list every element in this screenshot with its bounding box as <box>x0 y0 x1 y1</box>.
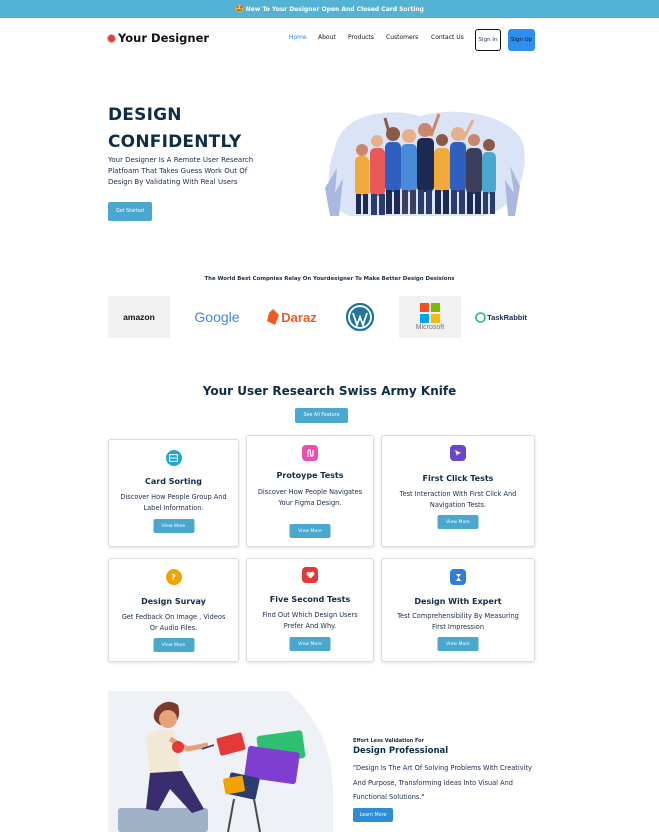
sign-up-button[interactable]: Sign Up <box>508 29 535 51</box>
hero-description: Your Designer Is A Remote User Research … <box>108 156 254 186</box>
learn-more-button[interactable]: Learn More <box>353 808 393 822</box>
taskrabbit-logo: TaskRabbit <box>470 296 532 338</box>
logo-mark-icon <box>108 34 115 42</box>
effortless-label: Effort Less Validation For <box>353 738 425 744</box>
view-more-button[interactable]: View More <box>437 637 479 651</box>
amazon-logo: amazon <box>108 296 170 338</box>
card-title: Five Second Tests <box>269 595 351 604</box>
sign-in-button[interactable]: Sign In <box>475 29 501 51</box>
see-all-feature-button[interactable]: See All Feature <box>295 408 348 423</box>
hero-title-line1: DESIGN <box>108 105 182 125</box>
taskrabbit-mark-icon <box>475 311 486 323</box>
nav-customers[interactable]: Customers <box>386 34 418 41</box>
banner-text: New To Your Designer Open And Closed Car… <box>245 5 424 13</box>
effortless-title: Design Professional <box>353 746 449 756</box>
trusted-companies-text: The World Best Compnies Relay On Yourdes… <box>204 276 455 282</box>
cursor-click-icon <box>450 445 466 461</box>
card-title: First Click Tests <box>422 474 494 483</box>
view-more-button[interactable]: View More <box>289 637 331 651</box>
wordpress-icon <box>346 303 374 331</box>
microsoft-squares-icon <box>420 303 440 323</box>
star-struck-icon: 🤩 <box>235 5 244 13</box>
card-description: Test Comprehensibility By Measuring Firs… <box>397 612 519 631</box>
view-more-button[interactable]: View More <box>153 519 194 533</box>
google-logo: Google <box>194 309 240 325</box>
view-more-button[interactable]: View More <box>289 524 331 538</box>
wordpress-logo <box>340 296 380 338</box>
feature-card-five-second-tests: Five Second Tests Find Out Which Design … <box>246 558 374 662</box>
nav-home[interactable]: Home <box>289 34 307 41</box>
features-title: Your User Research Swiss Army Knife <box>202 384 457 398</box>
nav-contact-us[interactable]: Contact Us <box>431 34 464 41</box>
card-description: Discover How People Group And Label Info… <box>120 493 227 512</box>
daraz-mark-icon <box>267 309 280 325</box>
feature-card-design-with-expert: Design With Expert Test Comprehensibilit… <box>381 558 535 662</box>
feature-card-first-click-tests: First Click Tests Test Interaction With … <box>381 435 535 547</box>
feature-card-design-survey: ? Design Survay Get Fedback On Image , V… <box>108 558 239 662</box>
question-icon: ? <box>165 569 182 585</box>
logo[interactable]: Your Designer <box>108 31 209 45</box>
card-title: Protoype Tests <box>276 471 344 480</box>
effortless-quote: "Design Is The Art Of Solving Problems W… <box>353 764 532 801</box>
hero-team-illustration <box>325 111 525 216</box>
feature-card-prototype-tests: Protoype Tests Discover How People Navig… <box>246 435 374 547</box>
card-sorting-icon <box>165 450 182 466</box>
view-more-button[interactable]: View More <box>153 638 194 652</box>
card-description: Find Out Which Design Users Prefer And W… <box>262 611 358 630</box>
hero-title-line2: CONFIDENTLY <box>108 132 242 152</box>
nav-about[interactable]: About <box>318 34 336 41</box>
announcement-banner: 🤩 New To Your Designer Open And Closed C… <box>0 0 659 18</box>
card-description: Test Interaction With First Click And Na… <box>399 490 517 509</box>
prototype-icon <box>302 445 318 461</box>
designer-illustration <box>108 691 333 832</box>
feature-card-card-sorting: Card Sorting Discover How People Group A… <box>108 439 239 547</box>
nav-products[interactable]: Products <box>348 34 374 41</box>
daraz-logo: Daraz <box>262 296 322 338</box>
hourglass-icon <box>450 569 466 585</box>
view-more-button[interactable]: View More <box>437 515 479 529</box>
get-started-button[interactable]: Get Started <box>108 202 152 221</box>
card-title: Design With Expert <box>414 597 502 606</box>
card-description: Get Fedback On Image , Videos Or Audio F… <box>121 613 226 632</box>
microsoft-logo: Microsoft <box>399 296 461 338</box>
heart-icon <box>302 567 318 583</box>
card-title: Design Survay <box>141 597 206 606</box>
card-description: Discover How People Navigates Your Figma… <box>257 488 363 507</box>
card-title: Card Sorting <box>145 477 202 486</box>
logo-text: Your Designer <box>118 31 210 45</box>
